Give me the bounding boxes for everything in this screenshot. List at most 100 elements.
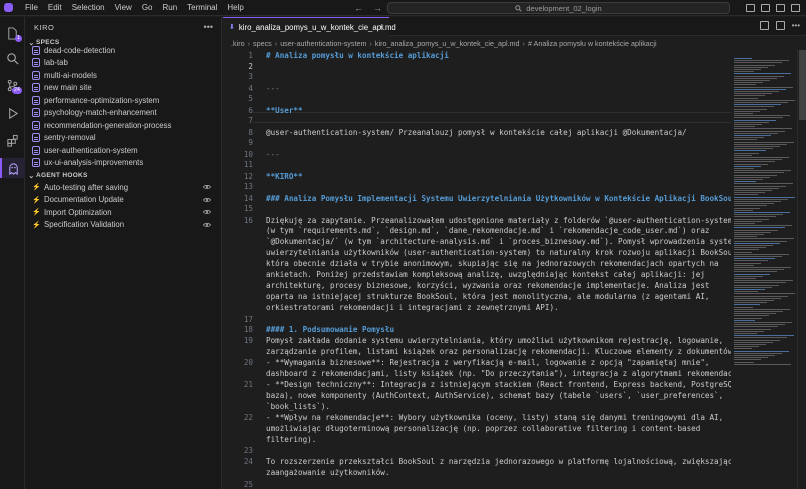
editor-line: 24 To rozszerzenie przekształci BookSoul …	[223, 456, 731, 467]
eye-icon[interactable]	[203, 184, 211, 190]
minimap-line	[734, 328, 771, 330]
spec-item[interactable]: sentry-removal	[25, 132, 221, 145]
minimap-line	[734, 203, 774, 205]
minimap-line	[734, 289, 765, 290]
more-actions-icon[interactable]: •••	[792, 21, 800, 30]
split-editor-icon[interactable]	[775, 21, 785, 30]
menu-item-selection[interactable]: Selection	[67, 0, 110, 16]
agent-hooks-section-header[interactable]: ⌄ AGENT HOOKS	[25, 170, 221, 181]
editor-line: architekturę, procesy biznesowe, korzyśc…	[223, 280, 731, 291]
editor-line: 3	[223, 71, 731, 82]
line-text: # Analiza pomysłu w kontekście aplikacji	[266, 51, 449, 60]
hook-item[interactable]: ⚡ Documentation Update	[25, 194, 221, 207]
minimap-line	[734, 236, 757, 238]
breadcrumb-item[interactable]: kiro_analiza_pomys_u_w_kontek_cie_apl.md	[375, 39, 520, 48]
search-activity[interactable]	[0, 48, 25, 68]
breadcrumb-item[interactable]: .kiro	[231, 39, 245, 48]
back-arrow-icon[interactable]: ←	[354, 3, 363, 13]
spec-item[interactable]: ux-ui-analysis-improvements	[25, 157, 221, 170]
hook-item[interactable]: ⚡ Import Optimization	[25, 206, 221, 219]
minimap-line	[734, 253, 789, 255]
line-text: Dziękuję za zapytanie. Przeanalizowałem …	[266, 215, 731, 225]
toggle-panel-icon[interactable]	[761, 4, 770, 12]
scrollbar-thumb[interactable]	[799, 50, 806, 120]
minimap-line	[734, 355, 775, 356]
minimap-line	[734, 99, 795, 101]
kiro-activity[interactable]	[0, 158, 25, 178]
menu-item-view[interactable]: View	[110, 0, 137, 16]
app-logo-icon	[0, 0, 16, 16]
minimap-line	[734, 86, 793, 88]
line-text: Pomysł zakłada dodanie systemu uwierzyte…	[266, 336, 724, 345]
minimap-line	[734, 75, 784, 77]
menu-item-edit[interactable]: Edit	[43, 0, 67, 16]
close-icon[interactable]: ×	[379, 23, 384, 32]
breadcrumb-item[interactable]: # Analiza pomysłu w kontekście aplikacji	[528, 39, 657, 48]
extensions-activity[interactable]	[0, 130, 25, 150]
menu-item-go[interactable]: Go	[137, 0, 158, 16]
hook-bolt-icon: ⚡	[32, 184, 41, 192]
run-debug-activity[interactable]	[0, 103, 25, 123]
customize-layout-icon[interactable]	[791, 4, 800, 12]
sidebar-header: KIRO •••	[25, 17, 221, 37]
minimap-line	[734, 187, 779, 189]
spec-item[interactable]: user-authentication-system	[25, 144, 221, 157]
minimap-line	[734, 185, 786, 187]
explorer-activity[interactable]: 1	[0, 23, 25, 43]
vertical-scrollbar[interactable]	[797, 50, 806, 489]
source-control-activity[interactable]: 24	[0, 75, 25, 95]
eye-icon[interactable]	[203, 209, 211, 215]
command-center-search[interactable]: development_02_login	[387, 2, 730, 14]
spec-item[interactable]: recommendation-generation-process	[25, 119, 221, 132]
toggle-secondary-sidebar-icon[interactable]	[776, 4, 785, 12]
forward-arrow-icon[interactable]: →	[373, 3, 382, 13]
editor-line: baza), nowe komponenty (AuthContext, Aut…	[223, 390, 731, 401]
breadcrumb-separator-icon: ›	[274, 39, 278, 48]
menu-item-file[interactable]: File	[20, 0, 43, 16]
spec-item[interactable]: lab-tab	[25, 57, 221, 70]
spec-item[interactable]: multi-ai-models	[25, 69, 221, 82]
minimap-line	[734, 143, 787, 145]
open-preview-icon[interactable]	[759, 21, 769, 30]
minimap-line	[734, 352, 782, 354]
eye-icon[interactable]	[203, 197, 211, 203]
spec-item-label: new main site	[44, 83, 92, 93]
spec-item[interactable]: dead-code-detection	[25, 44, 221, 57]
hook-bolt-icon: ⚡	[32, 209, 41, 217]
menu-item-terminal[interactable]: Terminal	[182, 0, 222, 16]
spec-item-label: lab-tab	[44, 58, 68, 68]
minimap-line	[734, 62, 782, 64]
minimap-line	[734, 315, 769, 317]
hook-item[interactable]: ⚡ Specification Validation	[25, 219, 221, 232]
minimap-line	[734, 306, 753, 308]
breadcrumb-item[interactable]: specs	[253, 39, 272, 48]
spec-item[interactable]: psychology-match-enhancement	[25, 107, 221, 120]
editor-line: orkiestratorami rekomendacji i integracj…	[223, 302, 731, 313]
breadcrumb-item[interactable]: user-authentication-system	[280, 39, 366, 48]
eye-icon[interactable]	[203, 222, 211, 228]
toggle-sidebar-icon[interactable]	[746, 4, 755, 12]
line-text: orkiestratorami rekomendacji i integracj…	[266, 303, 559, 312]
minimap-line	[734, 110, 760, 112]
line-number: 7	[248, 116, 253, 125]
minimap-line	[734, 308, 790, 310]
minimap[interactable]	[731, 50, 797, 489]
line-text: **KIRO**	[266, 171, 303, 181]
spec-item[interactable]: new main site	[25, 82, 221, 95]
more-actions-icon[interactable]: •••	[204, 22, 213, 32]
spec-item[interactable]: performance-optimization-system	[25, 94, 221, 107]
minimap-line	[734, 159, 782, 161]
minimap-line	[734, 214, 783, 216]
line-number: 19	[243, 336, 253, 345]
menu-item-help[interactable]: Help	[222, 0, 248, 16]
minimap-line	[734, 132, 778, 134]
editor-tab[interactable]: ⬇ kiro_analiza_pomys_u_w_kontek_cie_apl.…	[223, 17, 396, 36]
source-control-badge: 24	[11, 87, 22, 94]
editor-line: zarządzanie profilem, listami książek or…	[223, 346, 731, 357]
hook-item[interactable]: ⚡ Auto-testing after saving	[25, 181, 221, 194]
minimap-line	[734, 104, 781, 106]
spec-document-icon	[32, 120, 40, 130]
code-editor[interactable]: 1 # Analiza pomysłu w kontekście aplikacj…	[223, 50, 731, 489]
menu-item-run[interactable]: Run	[157, 0, 182, 16]
minimap-line	[734, 335, 794, 337]
